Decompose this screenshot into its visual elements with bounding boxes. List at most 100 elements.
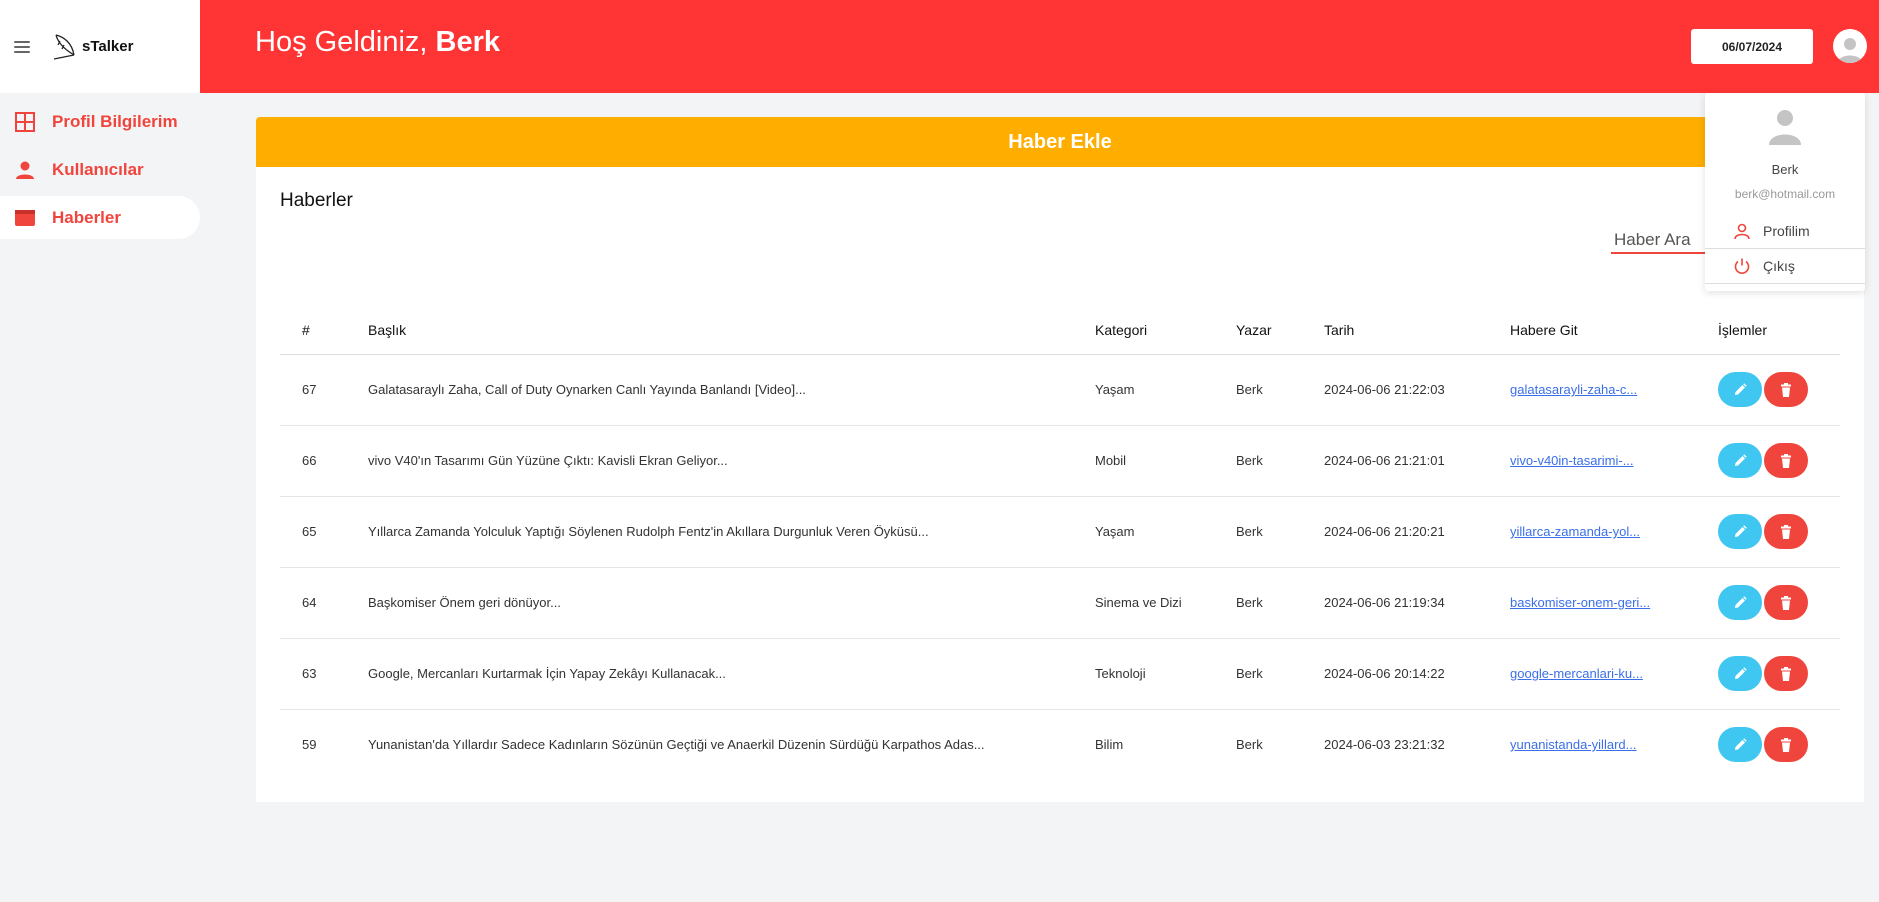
trash-icon (1781, 382, 1791, 397)
sidebar-item-label: Haberler (52, 207, 121, 227)
person-outline-icon (1734, 223, 1750, 240)
cell-title: Yunanistan'da Yıllardır Sadece Kadınları… (368, 737, 985, 753)
news-link[interactable]: baskomiser-onem-geri... (1510, 595, 1650, 610)
avatar[interactable] (1833, 29, 1867, 63)
add-news-button[interactable]: Haber Ekle (256, 117, 1864, 167)
cell-id: 59 (302, 737, 317, 753)
table-header-row: # Başlık Kategori Yazar Tarih Habere Git… (280, 307, 1840, 355)
grid-icon (15, 111, 35, 132)
pencil-icon (1735, 524, 1747, 537)
welcome-user: Berk (435, 26, 501, 58)
table-row: 66 vivo V40'ın Tasarımı Gün Yüzüne Çıktı:… (280, 425, 1840, 497)
edit-button[interactable] (1718, 514, 1762, 549)
news-link[interactable]: yunanistanda-yillard... (1510, 737, 1636, 752)
column-header-id: # (280, 307, 368, 355)
sidebar-item-kullanicilar[interactable]: Kullanıcılar (0, 148, 200, 191)
user-avatar-icon (1838, 38, 1862, 63)
cell-id: 63 (280, 638, 368, 710)
trash-icon (1781, 453, 1791, 468)
pencil-icon (1735, 453, 1747, 466)
cell-id: 64 (280, 567, 368, 639)
user-avatar-icon (1769, 110, 1801, 145)
cell-actions (1718, 496, 1840, 568)
cell-category: Sinema ve Dizi (1095, 567, 1236, 639)
column-header-author: Yazar (1236, 307, 1324, 355)
cell-author: Berk (1236, 567, 1324, 639)
edit-button[interactable] (1718, 727, 1762, 763)
sidebar-item-haberler[interactable]: Haberler (0, 196, 200, 239)
brand-bar: sTalker (0, 0, 200, 93)
power-icon (1734, 258, 1750, 274)
news-card: Haberler # Başlık Kategori Yazar Tarih H… (256, 167, 1864, 802)
delete-button[interactable] (1764, 514, 1808, 549)
cell-title: Yıllarca Zamanda Yolculuk Yaptığı Söylen… (368, 496, 1095, 568)
sidebar-item-label: Kullanıcılar (52, 159, 144, 179)
dropdown-profile-label: Profilim (1763, 223, 1810, 239)
delete-button[interactable] (1764, 656, 1808, 691)
news-link[interactable]: galatasarayli-zaha-c... (1510, 382, 1637, 397)
cell-id: 65 (280, 496, 368, 568)
trash-icon (1781, 524, 1791, 539)
column-header-category: Kategori (1095, 307, 1236, 355)
cell-actions (1718, 425, 1840, 497)
delete-button[interactable] (1764, 443, 1808, 478)
user-dropdown: Berk berk@hotmail.com Profilim Çıkış (1705, 93, 1865, 291)
cell-actions (1718, 709, 1840, 780)
cell-date: 2024-06-06 21:22:03 (1324, 354, 1510, 426)
pencil-icon (1735, 382, 1747, 395)
news-link[interactable]: yillarca-zamanda-yol... (1510, 524, 1640, 539)
column-header-link: Habere Git (1510, 307, 1718, 355)
cell-date: 2024-06-06 21:19:34 (1324, 567, 1510, 639)
cell-date: 2024-06-03 23:21:32 (1324, 737, 1445, 753)
cell-title: Google, Mercanları Kurtarmak İçin Yapay … (368, 638, 1095, 710)
logo[interactable]: sTalker (52, 33, 133, 61)
column-header-actions: İşlemler (1718, 307, 1840, 355)
cell-author: Berk (1236, 354, 1324, 426)
cell-category: Bilim (1095, 737, 1124, 753)
delete-button[interactable] (1764, 372, 1808, 407)
cell-category: Yaşam (1095, 496, 1236, 568)
news-link[interactable]: vivo-v40in-tasarimi-... (1510, 453, 1634, 468)
edit-button[interactable] (1718, 656, 1762, 691)
cell-actions (1718, 638, 1840, 710)
edit-button[interactable] (1718, 372, 1762, 407)
delete-button[interactable] (1764, 727, 1808, 763)
edit-button[interactable] (1718, 443, 1762, 478)
row-actions (1718, 585, 1840, 620)
dropdown-user-email: berk@hotmail.com (1734, 187, 1836, 201)
sidebar-item-label: Profil Bilgilerim (52, 111, 178, 131)
cell-link: galatasarayli-zaha-c... (1510, 354, 1718, 426)
cell-link: google-mercanlari-ku... (1510, 638, 1718, 710)
top-header: Hoş Geldiniz, Berk 06/07/2024 (200, 0, 1879, 93)
cell-title: Başkomiser Önem geri dönüyor... (368, 567, 1095, 639)
news-link[interactable]: google-mercanlari-ku... (1510, 666, 1643, 681)
cell-date: 2024-06-06 20:14:22 (1324, 638, 1510, 710)
hamburger-menu-icon[interactable] (14, 40, 30, 53)
row-actions (1718, 656, 1840, 691)
dropdown-user-name: Berk (1771, 162, 1799, 177)
cell-id: 67 (280, 354, 368, 426)
sidebar-nav: Profil Bilgilerim Kullanıcılar Haberler (0, 93, 200, 239)
edit-button[interactable] (1718, 585, 1762, 620)
cell-link: yunanistanda-yillard... (1510, 709, 1718, 780)
sidebar-item-profil-bilgilerim[interactable]: Profil Bilgilerim (0, 100, 200, 143)
cell-title: Galatasaraylı Zaha, Call of Duty Oynarke… (368, 354, 1095, 426)
pencil-icon (1735, 595, 1747, 608)
table-row: 65 Yıllarca Zamanda Yolculuk Yaptığı Söyl… (280, 496, 1840, 568)
dropdown-logout-item[interactable]: Çıkış (1705, 249, 1865, 284)
trash-icon (1781, 737, 1791, 752)
cell-id: 66 (280, 425, 368, 497)
row-actions (1718, 514, 1840, 549)
table-row: 63 Google, Mercanları Kurtarmak İçin Yapa… (280, 638, 1840, 710)
delete-button[interactable] (1764, 585, 1808, 620)
cell-date: 2024-06-06 21:20:21 (1324, 496, 1510, 568)
newspaper-icon (15, 209, 35, 226)
pencil-icon (1735, 738, 1747, 750)
sidebar: sTalker Profil Bilgilerim Kullanıcılar H… (0, 0, 200, 902)
logo-text: sTalker (82, 38, 134, 55)
cell-actions (1718, 567, 1840, 639)
page-title: Haberler (280, 190, 353, 211)
dropdown-profile-item[interactable]: Profilim (1705, 214, 1865, 249)
row-actions (1718, 727, 1840, 763)
row-actions (1718, 372, 1840, 407)
